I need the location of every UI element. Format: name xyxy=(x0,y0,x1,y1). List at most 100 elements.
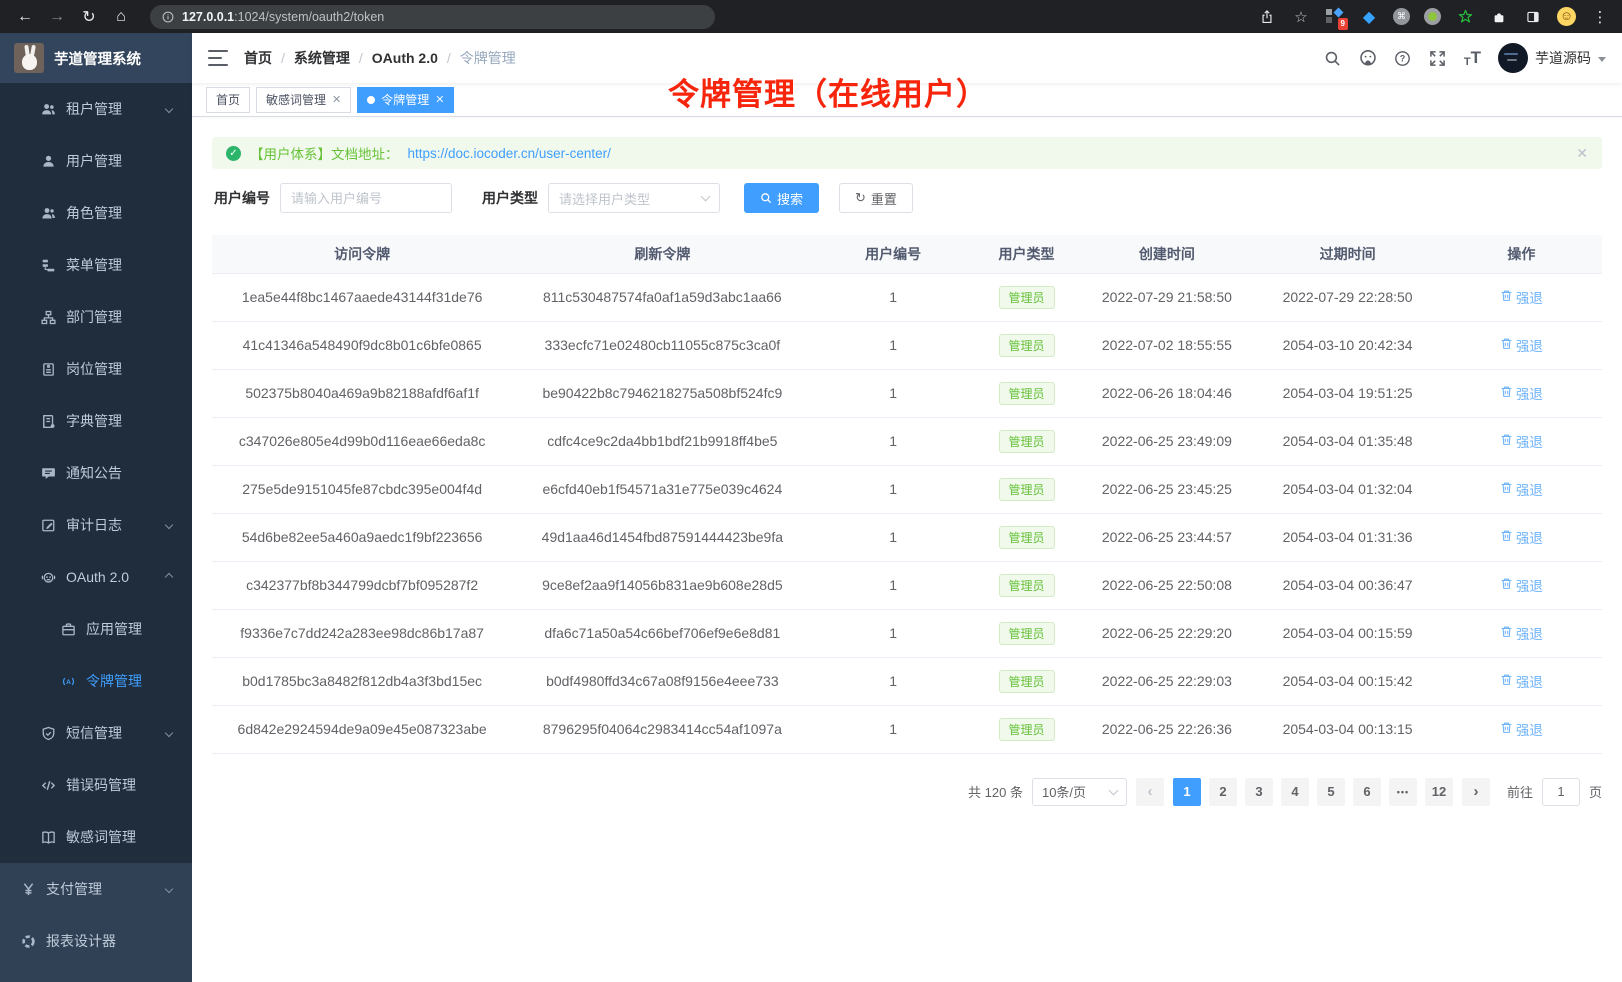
sidebar-item-oauth[interactable]: OAuth 2.0 xyxy=(0,551,192,603)
sidebar-fold-icon[interactable] xyxy=(208,50,228,66)
access-token-cell: 6d842e2924594de9a09e45e087323abe xyxy=(212,705,512,753)
browser-profile-avatar[interactable]: ☺ xyxy=(1557,7,1576,26)
command-extension-icon[interactable]: ⌘ xyxy=(1393,8,1410,25)
sidebar-item-dict[interactable]: 字典管理 xyxy=(0,395,192,447)
sidebar-item-pay[interactable]: 支付管理 xyxy=(0,863,192,915)
expire-time-cell: 2054-03-04 01:31:36 xyxy=(1254,513,1440,561)
font-size-icon[interactable]: TT xyxy=(1464,48,1481,68)
share-icon[interactable] xyxy=(1257,7,1277,27)
sidebar-item-role[interactable]: 角色管理 xyxy=(0,187,192,239)
user-type-cell: 管理员 xyxy=(974,273,1080,321)
create-time-cell: 2022-06-25 22:29:03 xyxy=(1079,657,1254,705)
sidebar-item-notice[interactable]: 通知公告 xyxy=(0,447,192,499)
user-id-input[interactable] xyxy=(280,183,452,213)
breadcrumb-item[interactable]: 系统管理 xyxy=(294,48,350,68)
tag-view-tab[interactable]: 敏感词管理✕ xyxy=(256,87,351,113)
puzzle-extensions-icon[interactable] xyxy=(1489,7,1509,27)
sidebar-item-user[interactable]: 用户管理 xyxy=(0,135,192,187)
search-button[interactable]: 搜索 xyxy=(744,183,819,213)
address-bar[interactable]: 127.0.0.1:1024/system/oauth2/token xyxy=(150,5,715,29)
bookmark-star-icon[interactable]: ☆ xyxy=(1291,7,1311,27)
force-logout-button[interactable]: 强退 xyxy=(1500,575,1543,595)
sidebar-item-report[interactable]: 报表设计器 xyxy=(0,915,192,967)
goto-page-input[interactable] xyxy=(1542,778,1580,806)
force-logout-button[interactable]: 强退 xyxy=(1500,431,1543,451)
create-time-cell: 2022-07-29 21:58:50 xyxy=(1079,273,1254,321)
search-icon xyxy=(760,192,772,204)
tab-label: 首页 xyxy=(216,91,240,108)
sidebar-item-label: 租户管理 xyxy=(66,99,122,119)
doc-link[interactable]: https://doc.iocoder.cn/user-center/ xyxy=(408,146,611,161)
user-id-cell: 1 xyxy=(812,561,973,609)
tab-close-icon[interactable]: ✕ xyxy=(332,93,341,106)
alert-close-icon[interactable]: ✕ xyxy=(1576,145,1588,162)
page-button[interactable]: 2 xyxy=(1209,778,1237,806)
force-logout-button[interactable]: 强退 xyxy=(1500,335,1543,355)
user-type-cell: 管理员 xyxy=(974,705,1080,753)
force-logout-button[interactable]: 强退 xyxy=(1500,623,1543,643)
page-button[interactable]: 5 xyxy=(1317,778,1345,806)
create-time-cell: 2022-06-26 18:04:46 xyxy=(1079,369,1254,417)
force-logout-button[interactable]: 强退 xyxy=(1500,671,1543,691)
page-unit-label: 页 xyxy=(1589,782,1602,801)
page-more-button[interactable]: ••• xyxy=(1389,778,1417,806)
action-cell: 强退 xyxy=(1441,369,1602,417)
browser-refresh-button[interactable]: ↻ xyxy=(76,7,102,27)
star-extension-icon[interactable] xyxy=(1455,7,1475,27)
menu-icon xyxy=(41,258,56,273)
breadcrumb-item[interactable]: 首页 xyxy=(244,48,272,68)
sms-icon xyxy=(41,726,56,741)
browser-menu-icon[interactable]: ⋮ xyxy=(1590,7,1610,27)
gem-extension-icon[interactable]: ◆ xyxy=(1359,7,1379,27)
page-size-select[interactable]: 10条/页 xyxy=(1032,778,1127,806)
user-menu[interactable]: 芋道源码 xyxy=(1498,43,1606,73)
breadcrumb-item[interactable]: OAuth 2.0 xyxy=(372,50,438,66)
column-header: 刷新令牌 xyxy=(512,235,812,273)
tag-view-tab[interactable]: 令牌管理✕ xyxy=(357,87,454,113)
trash-icon xyxy=(1500,289,1513,305)
app-title: 芋道管理系统 xyxy=(54,48,141,69)
sidebar-item-label: 支付管理 xyxy=(46,879,102,899)
page-button[interactable]: 3 xyxy=(1245,778,1273,806)
page-button[interactable]: 6 xyxy=(1353,778,1381,806)
next-page-button[interactable]: › xyxy=(1462,778,1490,806)
page-button[interactable]: 12 xyxy=(1425,778,1453,806)
extension-icon[interactable]: 9 xyxy=(1325,7,1345,27)
page-button[interactable]: 1 xyxy=(1173,778,1201,806)
prev-page-button[interactable]: ‹ xyxy=(1136,778,1164,806)
fullscreen-icon[interactable] xyxy=(1429,49,1447,67)
sidebar-item-error-code[interactable]: 错误码管理 xyxy=(0,759,192,811)
sidebar-panel-icon[interactable] xyxy=(1523,7,1543,27)
force-logout-button[interactable]: 强退 xyxy=(1500,287,1543,307)
sidebar-item-sms[interactable]: 短信管理 xyxy=(0,707,192,759)
sidebar-item-tenant[interactable]: 租户管理 xyxy=(0,83,192,135)
sidebar-item-token[interactable]: A令牌管理 xyxy=(0,655,192,707)
force-logout-button[interactable]: 强退 xyxy=(1500,479,1543,499)
browser-home-button[interactable]: ⌂ xyxy=(108,8,134,26)
tag-view-tab[interactable]: 首页 xyxy=(206,87,250,113)
user-type-select[interactable]: 请选择用户类型 xyxy=(548,183,720,213)
reset-button[interactable]: ↻ 重置 xyxy=(839,183,913,213)
help-icon[interactable]: ? xyxy=(1394,49,1412,67)
sidebar-item-menu[interactable]: 菜单管理 xyxy=(0,239,192,291)
github-icon[interactable] xyxy=(1359,49,1377,67)
sidebar-item-dept[interactable]: 部门管理 xyxy=(0,291,192,343)
pay-icon xyxy=(21,882,36,897)
force-logout-button[interactable]: 强退 xyxy=(1500,383,1543,403)
sidebar-item-audit-log[interactable]: 审计日志 xyxy=(0,499,192,551)
page-button[interactable]: 4 xyxy=(1281,778,1309,806)
force-logout-button[interactable]: 强退 xyxy=(1500,719,1543,739)
sidebar-item-post[interactable]: 岗位管理 xyxy=(0,343,192,395)
chevron-down-icon xyxy=(1109,785,1119,795)
search-icon[interactable] xyxy=(1324,49,1342,67)
sidebar-item-app[interactable]: 应用管理 xyxy=(0,603,192,655)
sidebar-item-sensitive-word[interactable]: 敏感词管理 xyxy=(0,811,192,863)
force-logout-button[interactable]: 强退 xyxy=(1500,527,1543,547)
sidebar: 芋道管理系统 租户管理用户管理角色管理菜单管理部门管理岗位管理字典管理通知公告审… xyxy=(0,33,192,982)
user-type-tag: 管理员 xyxy=(999,622,1055,645)
browser-back-button[interactable]: ← xyxy=(12,8,38,26)
tab-close-icon[interactable]: ✕ xyxy=(435,93,444,106)
token-table: 访问令牌刷新令牌用户编号用户类型创建时间过期时间操作 1ea5e44f8bc14… xyxy=(212,235,1602,754)
browser-forward-button[interactable]: → xyxy=(44,8,70,26)
recorder-extension-icon[interactable] xyxy=(1424,8,1441,25)
